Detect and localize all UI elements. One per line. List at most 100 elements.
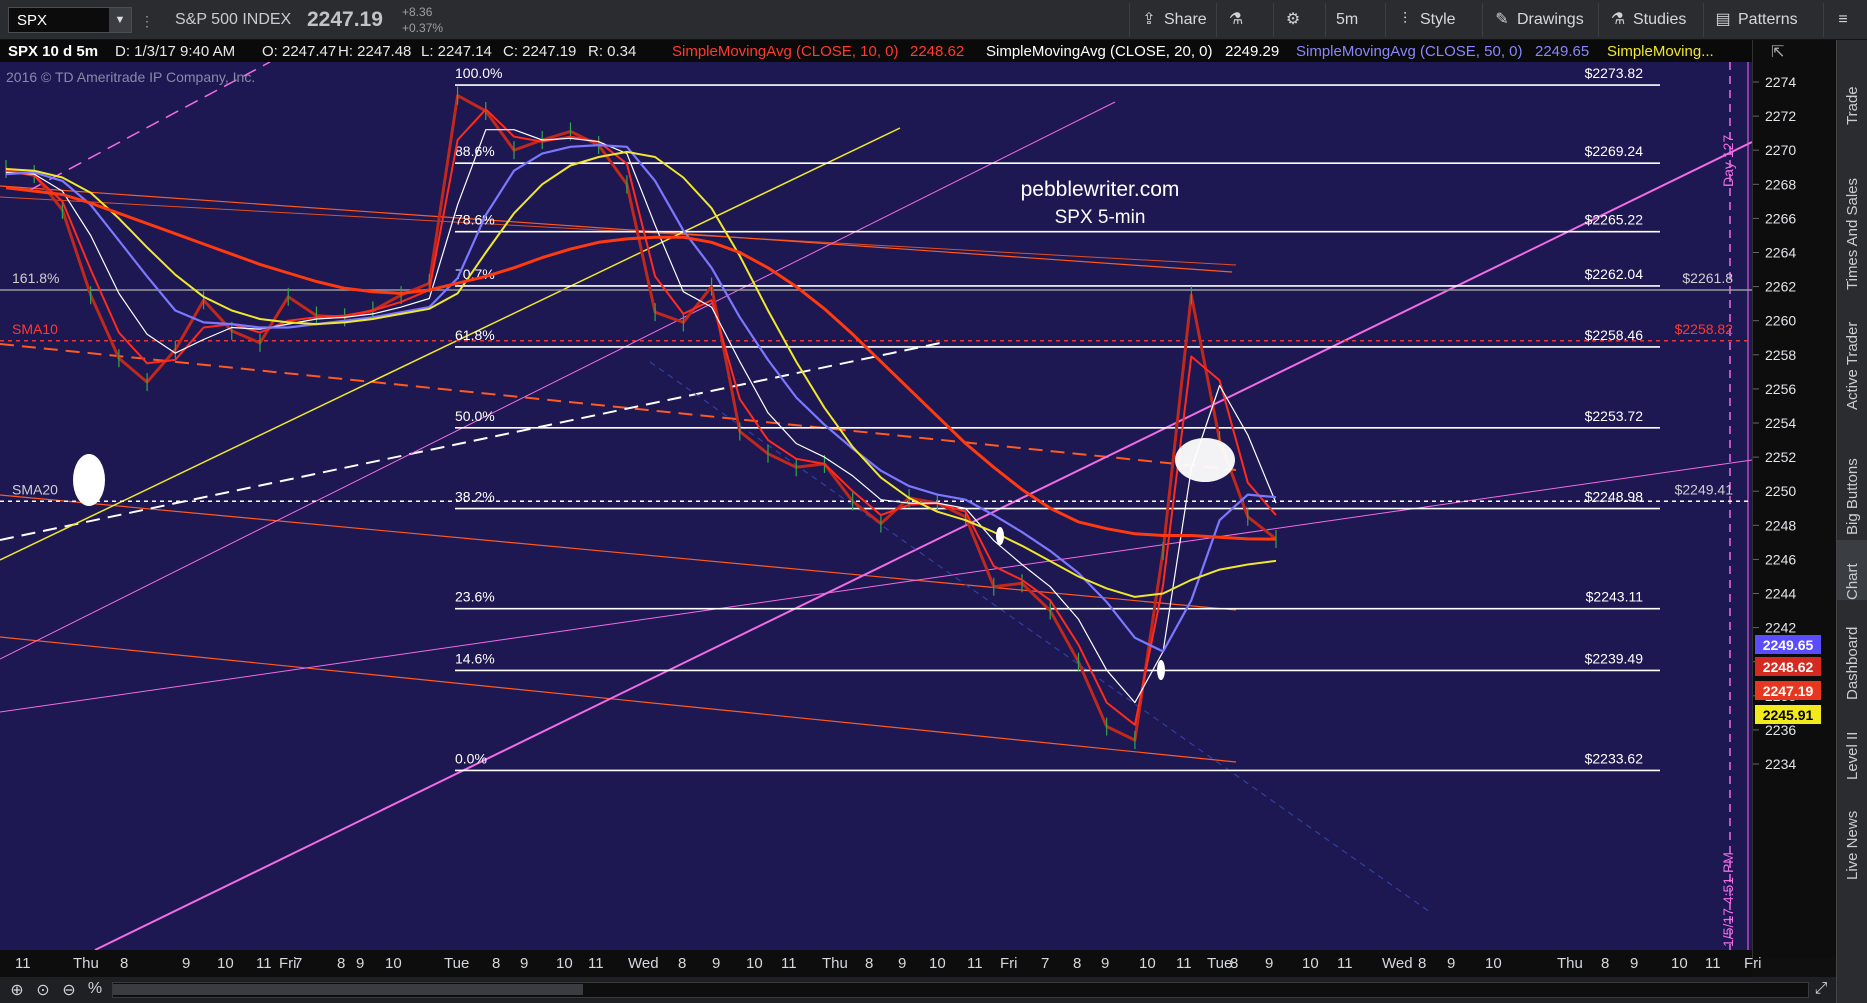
- time-axis-label: 10: [746, 955, 763, 972]
- time-axis-label: 9: [520, 955, 529, 972]
- axis-tick-label: 2266: [1765, 210, 1796, 226]
- fib-level-percent: 14.6%: [455, 650, 495, 666]
- change-value: +8.36: [402, 5, 433, 19]
- time-axis-label: 11: [1705, 955, 1721, 972]
- trendline-yellow[interactable]: [0, 127, 901, 561]
- sidebar-item-label: Times And Sales: [1844, 178, 1861, 290]
- sidebar-item-label: Big Buttons: [1844, 458, 1861, 535]
- studies-button[interactable]: ⚗ Studies: [1598, 3, 1704, 37]
- fib-level-percent: 50.0%: [455, 408, 495, 424]
- fib-level-price: $2262.04: [1585, 266, 1644, 282]
- time-axis-label: 11: [967, 955, 983, 972]
- sidebar-item-times-and-sales[interactable]: Times And Sales: [1837, 130, 1867, 290]
- chevron-down-icon[interactable]: ▼: [109, 8, 131, 32]
- axis-tick-label: 2242: [1765, 620, 1796, 636]
- fib-level-percent: 38.2%: [455, 489, 495, 505]
- axis-tick-label: 2272: [1765, 108, 1796, 124]
- time-axis-label: Thu: [1557, 955, 1583, 972]
- copyright: 2016 © TD Ameritrade IP Company, Inc.: [6, 69, 255, 85]
- reference-price-label: $2261.8: [1682, 270, 1733, 286]
- symbol-value: SPX: [17, 12, 48, 29]
- share-button[interactable]: ⇪ Share: [1129, 3, 1213, 37]
- vertical-label-day: Day 127: [1720, 135, 1736, 187]
- time-axis[interactable]: 11 Thu 8 9 10 11 Fri 7 8 9 10 Tue 8 9 10 11 Wed 8 9 10 11 Thu…: [0, 950, 1762, 977]
- fib-level-price: $2233.62: [1585, 750, 1644, 766]
- candles-icon: ⫶: [1402, 11, 1407, 28]
- time-axis-label: 8: [337, 955, 346, 972]
- sidebar-item-big-buttons[interactable]: Big Buttons: [1837, 415, 1867, 535]
- patterns-button[interactable]: ▤ Patterns: [1703, 3, 1821, 37]
- axis-collapse-icon[interactable]: ⇱: [1771, 42, 1784, 62]
- axis-tick-label: 2244: [1765, 586, 1796, 602]
- price-axis[interactable]: 2234223622382240224222442246224822502252…: [1752, 40, 1836, 958]
- zoom-out-icon[interactable]: ⊖: [58, 980, 80, 1000]
- studies-label: Studies: [1633, 11, 1687, 28]
- sidebar-item-active-trader[interactable]: Active Trader: [1837, 295, 1867, 410]
- sidebar-item-trade[interactable]: Trade: [1837, 60, 1867, 125]
- fib-level-percent: 88.6%: [455, 143, 495, 159]
- menu-icon[interactable]: ⋮: [140, 13, 154, 30]
- watermark-line-2: SPX 5-min: [1055, 207, 1146, 228]
- drawings-button[interactable]: ✎ Drawings: [1482, 3, 1610, 37]
- trendline-blue-dashed[interactable]: [649, 361, 1431, 913]
- trendline-magenta-thin[interactable]: [0, 459, 1753, 713]
- style-button[interactable]: ⫶ Style: [1385, 3, 1479, 37]
- time-axis-label: 10: [1671, 955, 1688, 972]
- time-axis-label: 8: [1230, 955, 1239, 972]
- time-axis-label: 11: [1337, 955, 1353, 972]
- highlight-ellipse-small: [1157, 660, 1165, 680]
- legend-sma10-value: 2248.62: [910, 43, 965, 60]
- share-icon: ⇪: [1142, 11, 1156, 28]
- sidebar-item-level-ii[interactable]: Level II: [1837, 705, 1867, 780]
- chart-plot-area[interactable]: 100.0% $2273.82 88.6% $2269.24 78.6% $2265.22…: [0, 61, 1753, 951]
- legend-close: C: 2247.19: [503, 43, 577, 60]
- sma-long-line[interactable]: [5, 186, 1277, 541]
- sidebar-item-chart[interactable]: Chart: [1837, 540, 1867, 600]
- lab-button[interactable]: ⚗: [1216, 3, 1258, 37]
- scrollbar-thumb[interactable]: [113, 984, 583, 995]
- fibonacci-levels: 100.0% $2273.82 88.6% $2269.24 78.6% $2265.22…: [455, 65, 1660, 772]
- time-axis-label: 10: [556, 955, 573, 972]
- legend-sma20[interactable]: SimpleMovingAvg (CLOSE, 20, 0): [986, 43, 1213, 60]
- time-axis-label: 7: [294, 955, 303, 972]
- legend-sma50[interactable]: SimpleMovingAvg (CLOSE, 50, 0): [1296, 43, 1523, 60]
- axis-tick-label: 2270: [1765, 142, 1796, 158]
- settings-button[interactable]: ⚙: [1273, 3, 1315, 37]
- axis-tick-label: 2254: [1765, 415, 1796, 431]
- time-axis-label: 11: [588, 955, 604, 972]
- zoom-in-icon[interactable]: ⊕: [6, 980, 28, 1000]
- axis-tick-label: 2234: [1765, 756, 1796, 772]
- legend-more[interactable]: SimpleMoving...: [1607, 43, 1714, 60]
- expand-icon[interactable]: ⤢: [1810, 980, 1832, 1000]
- time-axis-label: 7: [1041, 955, 1050, 972]
- time-scrollbar[interactable]: [112, 982, 1809, 998]
- fib-level-price: $2273.82: [1585, 65, 1644, 81]
- axis-tick-label: 2274: [1765, 74, 1796, 90]
- fib-level-percent: 78.6%: [455, 212, 495, 228]
- price-tag-label: 2249.65: [1763, 637, 1814, 653]
- trendline-dashed[interactable]: [0, 343, 1237, 471]
- sidebar-item-live-news[interactable]: Live News: [1837, 785, 1867, 880]
- zoom-reset-icon[interactable]: ⊙: [32, 980, 54, 1000]
- legend-sma20-value: 2249.29: [1225, 43, 1280, 60]
- flask-icon: ⚗: [1228, 11, 1244, 28]
- highlight-ellipse: [73, 454, 105, 506]
- legend-sma10[interactable]: SimpleMovingAvg (CLOSE, 10, 0): [672, 43, 899, 60]
- trendline-magenta[interactable]: [94, 141, 1753, 951]
- percent-icon[interactable]: %: [84, 980, 106, 1000]
- axis-tick-label: 2264: [1765, 245, 1796, 261]
- sidebar-item-dashboard[interactable]: Dashboard: [1837, 605, 1867, 700]
- fib-level-price: $2269.24: [1585, 143, 1644, 159]
- time-axis-label: 10: [1485, 955, 1502, 972]
- time-axis-label: 11: [781, 955, 797, 972]
- fib-level-price: $2253.72: [1585, 408, 1644, 424]
- toolbar-menu-button[interactable]: ≡: [1823, 3, 1867, 37]
- legend-open: O: 2247.47: [262, 43, 337, 60]
- time-axis-label: 10: [929, 955, 946, 972]
- timeframe-button[interactable]: 5m: [1325, 3, 1383, 37]
- axis-tick-label: 2252: [1765, 449, 1796, 465]
- trendline[interactable]: [0, 636, 1237, 763]
- time-axis-label: 10: [217, 955, 234, 972]
- patterns-icon: ▤: [1715, 11, 1731, 28]
- symbol-selector[interactable]: SPX ▼: [8, 7, 132, 33]
